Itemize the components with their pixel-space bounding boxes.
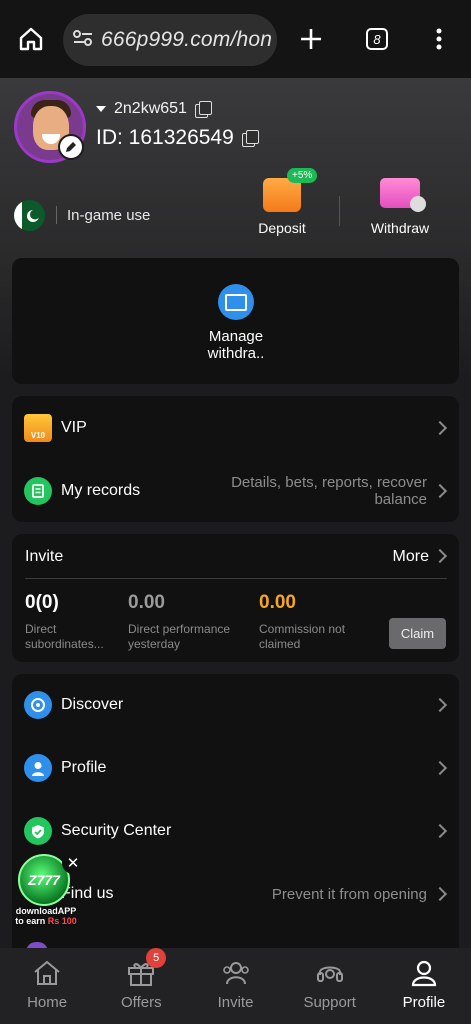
users-icon — [221, 958, 251, 988]
chevron-right-icon — [432, 760, 448, 776]
security-center-label: Security Center — [61, 822, 172, 839]
close-icon[interactable]: ✕ — [62, 852, 84, 874]
chevron-right-icon[interactable] — [432, 548, 448, 564]
tab-switcher-button[interactable]: 8 — [360, 22, 394, 56]
chevron-right-icon — [432, 697, 448, 713]
username-row: 2n2kw651 — [96, 100, 212, 118]
chevron-right-icon — [432, 420, 448, 436]
find-us-hint: Prevent it from opening — [271, 885, 427, 903]
user-id: ID: 161326549 — [96, 126, 234, 149]
browser-toolbar: 666p999.com/hon 8 — [0, 0, 471, 78]
deposit-label: Deposit — [258, 220, 306, 236]
more-menu-icon[interactable] — [422, 22, 456, 56]
crown-icon: V10 — [24, 414, 52, 442]
copy-username-icon[interactable] — [194, 101, 212, 118]
stat-direct-performance: 0.00 Direct performance yesterday — [128, 592, 231, 651]
invite-card: Invite More 0(0) Direct subordinates... … — [12, 534, 459, 662]
caret-down-icon — [96, 106, 106, 112]
stat-commission-unclaimed: 0.00 Commission not claimed — [259, 592, 346, 651]
aperture-icon — [24, 691, 52, 719]
records-icon — [24, 477, 52, 505]
invite-title: Invite — [25, 548, 64, 565]
my-records-row[interactable]: My records Details, bets, reports, recov… — [12, 460, 459, 522]
new-tab-icon[interactable] — [294, 22, 328, 56]
region-label: In-game use — [67, 206, 151, 224]
invite-more-link[interactable]: More — [393, 548, 429, 566]
records-hint: Details, bets, reports, recover balance — [231, 474, 427, 508]
chevron-right-icon — [432, 823, 448, 839]
withdraw-label: Withdraw — [370, 220, 430, 236]
chevron-right-icon — [432, 483, 448, 499]
url-bar[interactable]: 666p999.com/hon — [63, 14, 277, 66]
discover-row[interactable]: Discover — [12, 674, 459, 736]
home-icon — [32, 958, 62, 988]
manage-withdraw-icon[interactable] — [218, 284, 254, 320]
my-records-label: My records — [61, 482, 141, 499]
tab-count: 8 — [366, 28, 388, 50]
profile-row[interactable]: Profile — [12, 737, 459, 799]
username: 2n2kw651 — [114, 100, 187, 117]
profile-icon — [409, 958, 439, 988]
user-id-row: ID: 161326549 — [96, 126, 259, 150]
headset-icon — [315, 958, 345, 988]
region-selector[interactable]: In-game use — [56, 206, 150, 224]
deposit-button[interactable]: +5% Deposit — [237, 168, 327, 236]
home-icon[interactable] — [14, 22, 48, 56]
edit-avatar-icon[interactable] — [58, 134, 84, 160]
card-withdraw-icon — [380, 178, 426, 212]
account-menu-card: V10 VIP My records Details, bets, report… — [12, 396, 459, 522]
promo-text: downloadAPP to earn Rs 100 — [15, 906, 77, 926]
deposit-bonus-badge: +5% — [287, 168, 318, 183]
user-icon — [24, 754, 52, 782]
shield-icon — [24, 817, 52, 845]
tab-invite[interactable]: Invite — [188, 948, 282, 1024]
offers-badge: 5 — [146, 948, 167, 968]
tab-profile[interactable]: Profile — [377, 948, 471, 1024]
manage-withdraw-label[interactable]: Manage withdra.. — [186, 328, 286, 362]
profile-label: Profile — [61, 759, 107, 776]
tab-home[interactable]: Home — [0, 948, 94, 1024]
download-app-promo[interactable]: Z777 ✕ downloadAPP to earn Rs 100 — [8, 852, 84, 928]
pakistan-flag-icon — [14, 200, 45, 231]
bottom-tab-bar: Home 5 Offers Invite Support Profile — [0, 948, 471, 1024]
url-text: 666p999.com/hon — [101, 28, 273, 51]
tab-offers[interactable]: 5 Offers — [94, 948, 188, 1024]
stat-direct-subordinates: 0(0) Direct subordinates... — [25, 592, 104, 651]
claim-button[interactable]: Claim — [389, 618, 446, 649]
site-settings-icon[interactable] — [73, 29, 93, 52]
withdraw-button[interactable]: Withdraw — [355, 178, 445, 236]
discover-label: Discover — [61, 696, 124, 713]
manage-withdraw-card: Manage withdra.. — [12, 258, 459, 384]
vip-label: VIP — [61, 419, 87, 436]
tab-support[interactable]: Support — [283, 948, 377, 1024]
wallet-icon: +5% — [263, 168, 318, 212]
chevron-right-icon — [432, 886, 448, 902]
copy-id-icon[interactable] — [241, 130, 259, 147]
vip-row[interactable]: V10 VIP — [12, 397, 459, 459]
